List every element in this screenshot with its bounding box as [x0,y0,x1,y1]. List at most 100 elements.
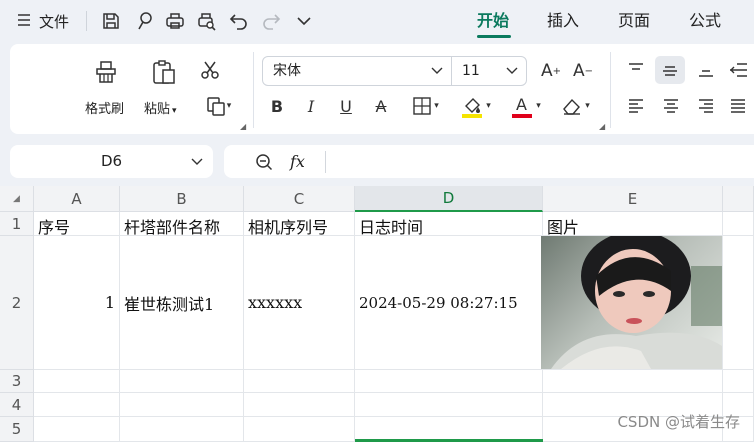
cell-a2[interactable]: 1 [34,236,120,370]
undo-icon[interactable] [227,9,251,33]
fill-color-icon[interactable]: ▾ [456,92,496,120]
borders-icon[interactable]: ▾ [406,94,446,118]
font-color-icon[interactable]: A ▾ [506,92,546,120]
column-header-c[interactable]: C [244,186,355,212]
align-left-icon[interactable] [624,94,648,118]
cell-c2[interactable]: xxxxxx [244,236,355,370]
cell-a1[interactable]: 序号 [34,212,120,236]
cell-d3[interactable] [355,370,543,393]
cell-b2[interactable]: 崔世栋测试1 [120,236,244,370]
row-header-1[interactable]: 1 [0,212,34,236]
chevron-down-icon: ▾ [536,101,541,111]
tab-page[interactable]: 页面 [618,9,650,35]
italic-icon[interactable]: I [300,94,322,118]
file-menu[interactable]: 文件 [39,11,69,32]
select-all-corner[interactable]: ◢ [0,186,34,212]
column-header-a[interactable]: A [34,186,120,212]
divider [610,52,611,128]
formula-input[interactable]: fx [224,145,754,178]
print-preview-icon[interactable] [195,9,219,33]
divider [253,52,254,128]
copy-icon[interactable]: ▾ [198,94,238,118]
formula-divider [325,151,326,173]
watermark: CSDN @试着生存 [617,413,740,431]
cell-e3[interactable] [543,370,723,393]
chevron-down-icon: ▾ [434,101,439,111]
cell-d2[interactable]: 2024-05-29 08:27:15 [355,236,543,370]
chevron-down-icon: ▾ [585,101,590,111]
paste-label: 粘贴 [144,102,171,117]
hamburger-menu-icon[interactable] [14,10,34,30]
row-header-2[interactable]: 2 [0,236,34,370]
chevron-down-icon: ▾ [486,101,491,111]
column-header-d[interactable]: D [355,186,543,212]
embedded-photo[interactable] [541,236,722,369]
cell-b1[interactable]: 杆塔部件名称 [120,212,244,236]
cell-c5[interactable] [244,417,355,442]
cell-f3[interactable] [723,370,754,393]
underline-icon[interactable]: U [335,94,357,118]
column-header-e[interactable]: E [543,186,723,212]
align-center-icon[interactable] [659,94,683,118]
cell-f1[interactable] [723,212,754,236]
row-header-4[interactable]: 4 [0,393,34,417]
chevron-down-icon [506,57,518,85]
column-header-b[interactable]: B [120,186,244,212]
paste-icon[interactable] [148,56,180,88]
save-icon[interactable] [99,9,123,33]
insert-function-button[interactable]: fx [290,152,305,171]
tab-insert[interactable]: 插入 [547,9,579,35]
cell-b5[interactable] [120,417,244,442]
tab-home[interactable]: 开始 [477,9,509,35]
align-right-icon[interactable] [694,94,718,118]
clear-format-icon[interactable]: ▾ [556,94,596,118]
cell-d4[interactable] [355,393,543,417]
cell-c1[interactable]: 相机序列号 [244,212,355,236]
row-header-3[interactable]: 3 [0,370,34,393]
dialog-launcher-icon[interactable]: ◢ [240,122,246,131]
dialog-launcher-icon[interactable]: ◢ [599,122,605,131]
ribbon-toolbar: 格式刷 粘贴 ▾ ▾ ◢ 宋体 11 A + A − B I U A ▾ ▾ A ▾ … [10,44,754,134]
strikethrough-icon[interactable]: A [370,94,392,118]
bold-icon[interactable]: B [266,94,288,118]
cell-d1[interactable]: 日志时间 [355,212,543,236]
divider [86,11,87,31]
cell-a5[interactable] [34,417,120,442]
format-painter-icon[interactable] [133,9,157,33]
font-size-select[interactable]: 11 [451,56,527,86]
name-box[interactable]: D6 [10,145,213,178]
cell-a4[interactable] [34,393,120,417]
chevron-down-icon: ▾ [172,106,177,116]
cell-e1[interactable]: 图片 [543,212,723,236]
redo-icon[interactable] [259,9,283,33]
row-header-5[interactable]: 5 [0,417,34,442]
menu-bar: 文件 开始 插入 页面 公式 [0,0,754,42]
format-painter-large-icon[interactable] [90,56,122,88]
cut-icon[interactable] [198,58,222,82]
svg-text:A: A [516,95,527,114]
spreadsheet-grid[interactable]: ◢ A B C D E 1 2 3 4 5 序号 杆塔部件名称 相机序列号 日志… [0,186,754,442]
cell-f2[interactable] [723,236,754,370]
chevron-down-icon [431,57,443,85]
format-painter-button[interactable]: 格式刷 [85,98,124,117]
justify-icon[interactable] [726,94,750,118]
font-name-value: 宋体 [273,63,301,79]
cell-b3[interactable] [120,370,244,393]
cell-c3[interactable] [244,370,355,393]
paste-button[interactable]: 粘贴 ▾ [144,98,177,117]
print-icon[interactable] [163,9,187,33]
cell-c4[interactable] [244,393,355,417]
zoom-icon[interactable] [252,150,276,174]
tab-formula[interactable]: 公式 [689,9,721,35]
font-name-select[interactable]: 宋体 [262,56,452,86]
decrease-indent-icon[interactable] [726,58,750,82]
more-chevron-icon[interactable] [292,9,316,33]
align-middle-icon[interactable] [655,56,685,84]
increase-font-size-icon[interactable]: A + [538,58,564,84]
font-size-value: 11 [462,63,480,79]
cell-a3[interactable] [34,370,120,393]
align-top-icon[interactable] [624,58,648,82]
align-bottom-icon[interactable] [694,58,718,82]
decrease-font-size-icon[interactable]: A − [570,58,596,84]
cell-b4[interactable] [120,393,244,417]
